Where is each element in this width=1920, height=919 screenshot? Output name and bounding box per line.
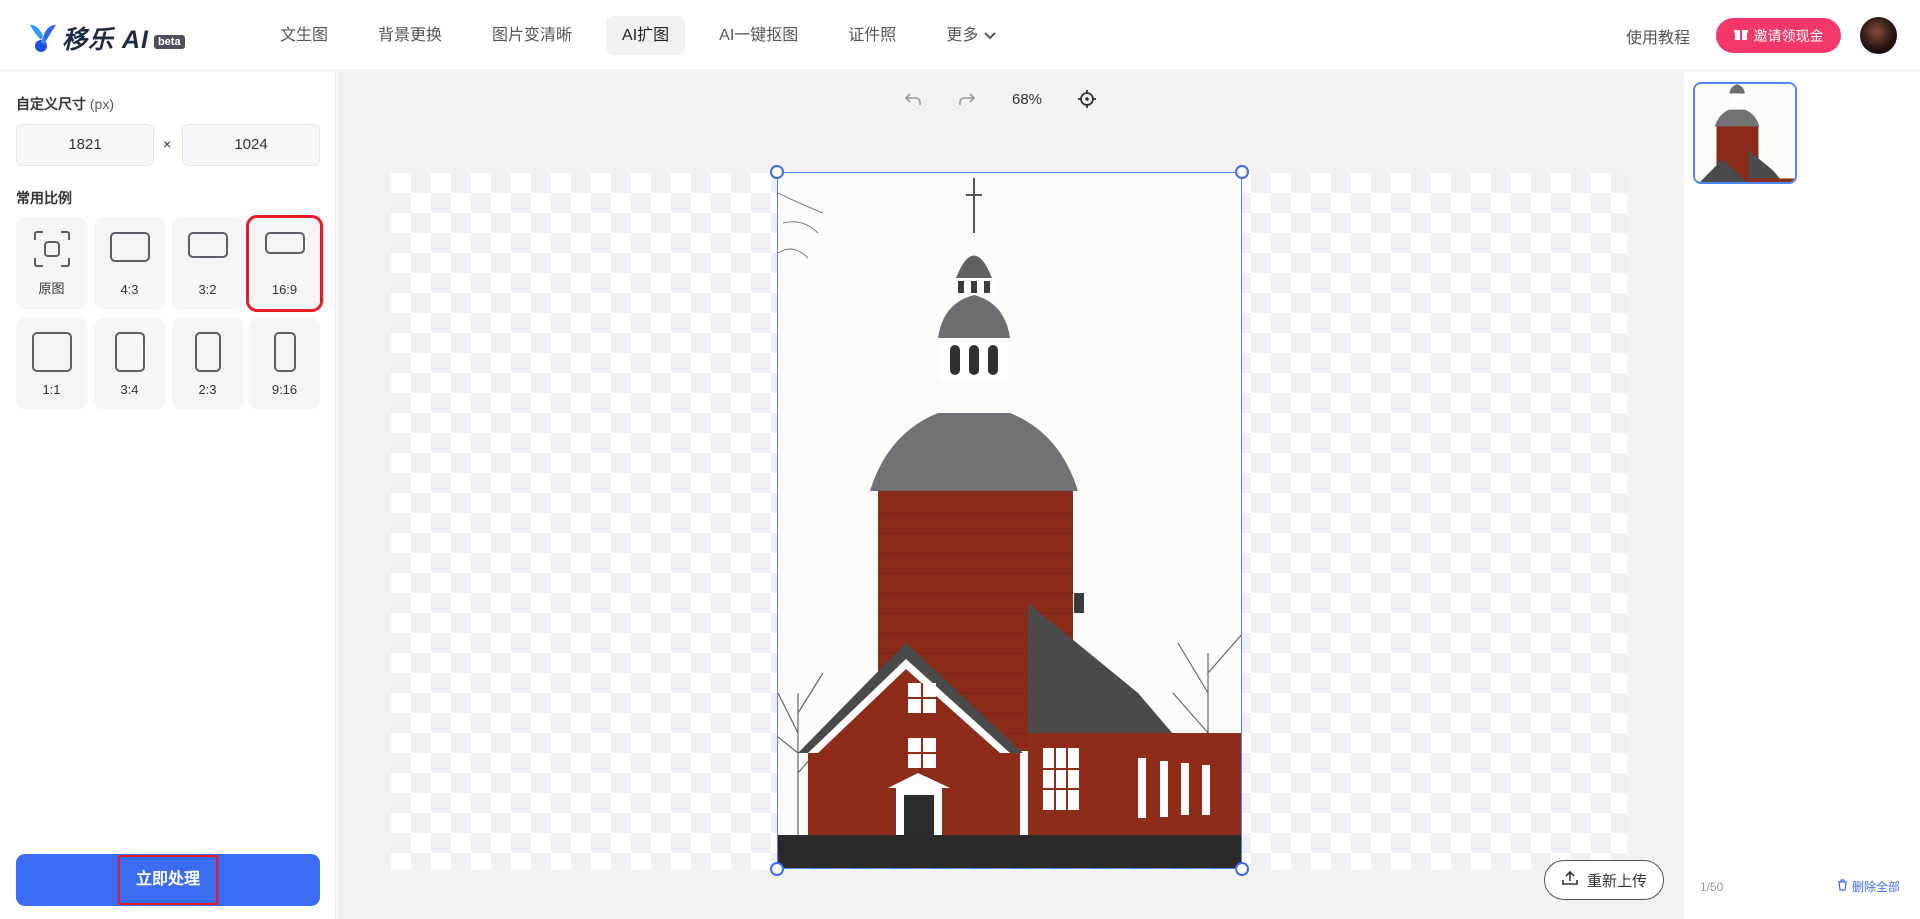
- resize-handle-br[interactable]: [1235, 862, 1249, 876]
- nav-image-enhance[interactable]: 图片变清晰: [476, 16, 588, 55]
- main-nav: 文生图 背景更换 图片变清晰 AI扩图 AI一键抠图 证件照 更多: [264, 16, 1031, 55]
- ratio-label: 9:16: [271, 382, 298, 397]
- nav-label: 图片变清晰: [492, 27, 573, 44]
- ratio-1-1[interactable]: 1:1: [16, 318, 87, 409]
- ratio-label: 3:2: [198, 282, 217, 297]
- avatar[interactable]: [1860, 17, 1897, 54]
- ratio-shape-icon: [194, 332, 221, 372]
- trash-icon: [1837, 879, 1848, 894]
- nav-label: 文生图: [280, 27, 329, 44]
- ratio-4-3[interactable]: 4:3: [94, 218, 165, 309]
- crop-original-icon: [33, 230, 71, 273]
- zoom-level: 68%: [1012, 90, 1043, 108]
- delete-all-button[interactable]: 删除全部: [1837, 878, 1900, 895]
- undo-icon[interactable]: [898, 86, 928, 112]
- ratio-shape-icon: [31, 332, 72, 372]
- ratio-shape-icon: [114, 332, 145, 372]
- resize-handle-tl[interactable]: [770, 165, 784, 179]
- ratio-label: 4:3: [120, 282, 139, 297]
- times-sign: ×: [163, 136, 172, 152]
- nav-ai-cutout[interactable]: AI一键抠图: [703, 16, 814, 55]
- ratio-shape-icon: [273, 332, 296, 372]
- ratio-16-9[interactable]: 16:9: [246, 215, 323, 312]
- nav-text-to-image[interactable]: 文生图: [264, 16, 344, 55]
- ratio-2-3[interactable]: 2:3: [172, 318, 243, 409]
- nav-label: 背景更换: [378, 27, 443, 44]
- logo-text: 移乐 AI: [62, 26, 149, 54]
- custom-size-title: 自定义尺寸 (px): [16, 94, 114, 114]
- ratio-shape-icon: [187, 232, 228, 258]
- settings-panel: 自定义尺寸 (px) 1821 × 1024 常用比例 原图 4:3 3:2 1…: [0, 72, 336, 919]
- invite-label: 邀请领现金: [1753, 27, 1824, 44]
- ratio-title: 常用比例: [16, 190, 72, 206]
- reupload-button[interactable]: 重新上传: [1544, 860, 1664, 900]
- ratio-original[interactable]: 原图: [16, 218, 87, 309]
- beta-badge: beta: [153, 35, 185, 49]
- ratio-3-4[interactable]: 3:4: [94, 318, 165, 409]
- recenter-icon[interactable]: [1072, 86, 1102, 112]
- canvas-toolbar: 68%: [898, 86, 1126, 112]
- logo[interactable]: 移乐 AI beta: [28, 20, 185, 56]
- ratio-label: 1:1: [42, 382, 61, 397]
- custom-size-label: 自定义尺寸: [16, 96, 86, 112]
- nav-label: AI扩图: [622, 27, 670, 44]
- invite-cash-button[interactable]: 邀请领现金: [1716, 18, 1841, 53]
- redo-icon[interactable]: [952, 86, 982, 112]
- nav-ai-expand[interactable]: AI扩图: [606, 16, 686, 55]
- tutorial-link[interactable]: 使用教程: [1626, 24, 1690, 48]
- ratio-shape-icon: [109, 232, 150, 262]
- nav-more[interactable]: 更多: [930, 16, 1013, 55]
- ratio-shape-icon: [264, 232, 305, 254]
- nav-id-photo[interactable]: 证件照: [832, 16, 912, 55]
- ratio-3-2[interactable]: 3:2: [172, 218, 243, 309]
- reupload-label: 重新上传: [1586, 872, 1647, 890]
- ratio-label: 2:3: [198, 382, 217, 397]
- source-image[interactable]: [777, 172, 1242, 869]
- width-input[interactable]: 1821: [16, 124, 154, 166]
- nav-label: AI一键抠图: [719, 27, 799, 44]
- chevron-down-icon: [983, 31, 997, 41]
- upload-icon: [1561, 870, 1579, 890]
- nav-label: 证件照: [848, 27, 897, 44]
- ratio-label: 原图: [38, 281, 65, 296]
- top-header: 移乐 AI beta 文生图 背景更换 图片变清晰 AI扩图 AI一键抠图 证件…: [0, 0, 1920, 71]
- history-panel: 1/50 删除全部: [1685, 72, 1920, 919]
- height-input[interactable]: 1024: [182, 124, 320, 166]
- image-thumbnail[interactable]: [1693, 82, 1797, 184]
- resize-handle-bl[interactable]: [770, 862, 784, 876]
- logo-icon: [28, 22, 58, 54]
- gift-icon: [1733, 27, 1748, 44]
- process-now-button[interactable]: 立即处理: [16, 854, 320, 906]
- ratio-9-16[interactable]: 9:16: [249, 318, 320, 409]
- thumbnail-church: [1695, 84, 1795, 182]
- ratio-label: 16:9: [271, 282, 298, 297]
- image-count: 1/50: [1700, 880, 1724, 894]
- delete-all-label: 删除全部: [1852, 880, 1901, 894]
- ratio-label: 3:4: [120, 382, 139, 397]
- custom-size-unit: (px): [89, 96, 115, 112]
- church-illustration: [778, 173, 1241, 868]
- nav-label: 更多: [946, 27, 979, 44]
- process-label: 立即处理: [117, 855, 218, 905]
- nav-background-replace[interactable]: 背景更换: [362, 16, 458, 55]
- resize-handle-tr[interactable]: [1235, 165, 1249, 179]
